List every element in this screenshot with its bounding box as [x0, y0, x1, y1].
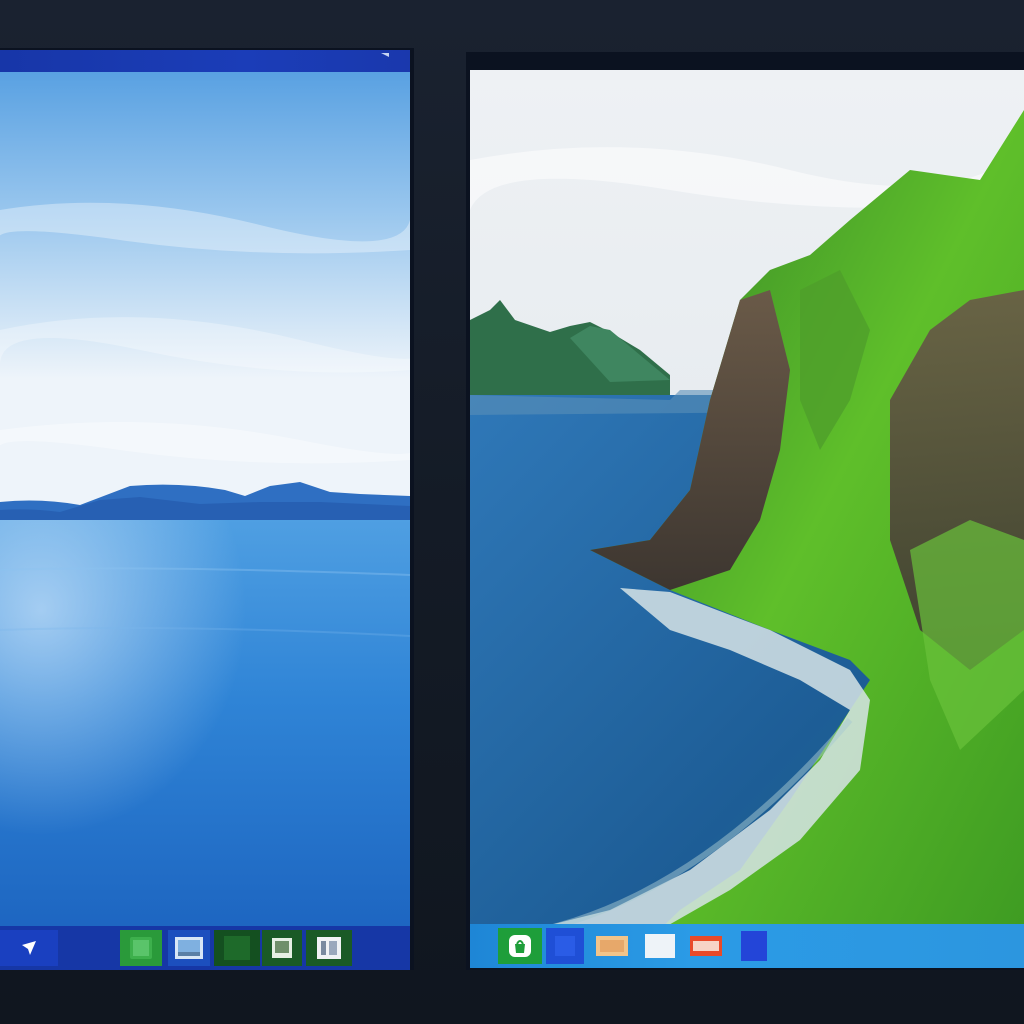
taskbar-app-store[interactable]	[498, 928, 542, 964]
taskbar-app-1[interactable]	[120, 930, 162, 966]
taskbar-app-2[interactable]	[168, 930, 210, 966]
start-button[interactable]	[0, 930, 58, 966]
left-monitor	[0, 48, 414, 970]
taskbar-app-files[interactable]	[592, 928, 632, 964]
taskbar-app-3[interactable]	[214, 930, 260, 966]
app-blue-icon	[555, 936, 575, 956]
pin-icon[interactable]	[380, 52, 390, 62]
document-icon	[317, 937, 341, 959]
left-taskbar	[0, 926, 410, 970]
gallery-icon	[272, 938, 292, 958]
file-explorer-icon	[596, 936, 628, 956]
taskbar-app-5[interactable]	[306, 930, 352, 966]
cursor-icon	[22, 941, 36, 955]
store-icon	[509, 935, 531, 957]
taskbar-app-blue[interactable]	[546, 928, 584, 964]
photos-icon	[175, 937, 203, 959]
app-green-icon	[130, 937, 152, 959]
right-taskbar	[470, 924, 1024, 968]
app-square-icon	[741, 931, 767, 961]
taskbar-app-square[interactable]	[736, 928, 772, 964]
notes-icon	[645, 934, 675, 958]
app-dark-icon	[224, 936, 250, 960]
taskbar-app-4[interactable]	[262, 930, 302, 966]
taskbar-app-media[interactable]	[686, 928, 726, 964]
media-icon	[690, 936, 722, 956]
left-titlebar	[0, 50, 410, 72]
green-cliffs-coast-wallpaper	[470, 70, 1024, 968]
ocean-horizon-wallpaper	[0, 50, 410, 970]
right-monitor	[466, 52, 1024, 970]
right-screen	[470, 70, 1024, 968]
taskbar-app-notes[interactable]	[642, 928, 678, 964]
left-screen	[0, 50, 410, 970]
